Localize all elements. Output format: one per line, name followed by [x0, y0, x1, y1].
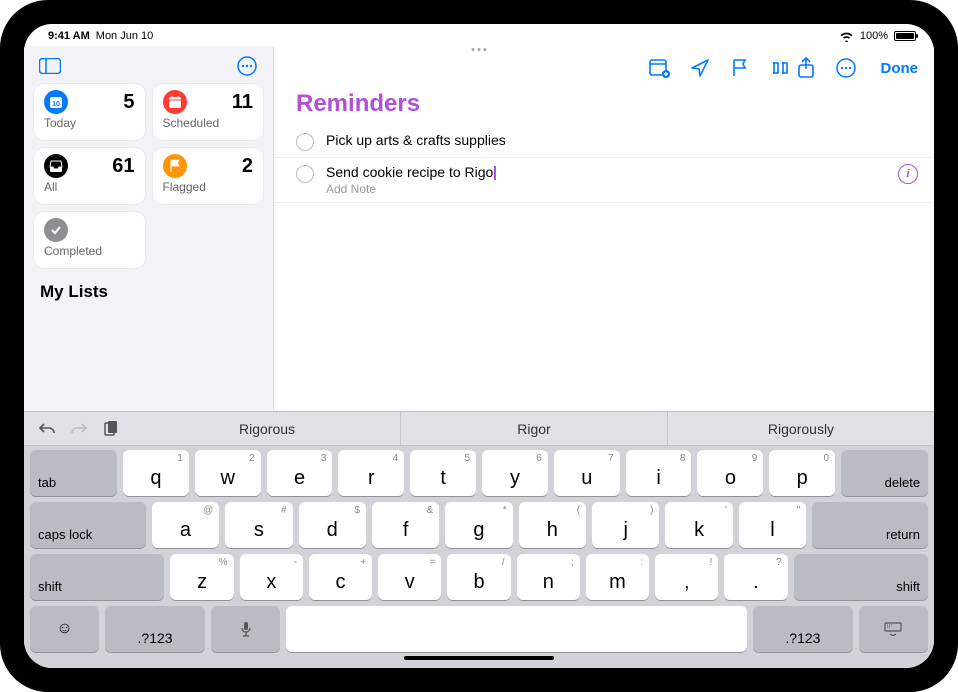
key-j[interactable]: )j — [592, 502, 659, 548]
list-title: Reminders — [274, 86, 934, 126]
calendar-icon — [163, 90, 187, 114]
suggestion[interactable]: Rigorous — [134, 412, 400, 446]
share-button[interactable] — [795, 57, 817, 79]
my-lists-heading: My Lists — [34, 268, 263, 302]
space-key[interactable] — [286, 606, 747, 652]
numeric-switch-key[interactable]: .?123 — [753, 606, 853, 652]
key-u[interactable]: 7u — [554, 450, 620, 496]
key-b[interactable]: /b — [447, 554, 510, 600]
complete-circle[interactable] — [296, 133, 314, 151]
sidebar: 10 5 Today 11 Scheduled — [24, 46, 274, 411]
complete-circle[interactable] — [296, 165, 314, 183]
return-key[interactable]: return — [812, 502, 928, 548]
info-button[interactable]: i — [898, 164, 918, 184]
sidebar-more-button[interactable] — [235, 56, 259, 76]
emoji-key[interactable]: ☺ — [30, 606, 99, 652]
status-bar: 9:41 AM Mon Jun 10 100% — [24, 24, 934, 46]
inbox-icon — [44, 154, 68, 178]
smartlist-all[interactable]: 61 All — [34, 148, 145, 204]
smartlist-completed[interactable]: Completed — [34, 212, 145, 268]
key-r[interactable]: 4r — [338, 450, 404, 496]
capslock-key[interactable]: caps lock — [30, 502, 146, 548]
numeric-switch-key[interactable]: .?123 — [105, 606, 205, 652]
tab-key[interactable]: tab — [30, 450, 117, 496]
status-date: Mon Jun 10 — [96, 30, 153, 42]
reminder-note-placeholder[interactable]: Add Note — [326, 182, 920, 196]
main-area: Done Reminders Pick up arts & crafts sup… — [274, 46, 934, 411]
checkmark-icon — [44, 218, 68, 242]
undo-button[interactable] — [38, 420, 56, 438]
suggestion[interactable]: Rigorously — [667, 412, 934, 446]
wifi-icon — [839, 31, 854, 42]
key-x[interactable]: -x — [240, 554, 303, 600]
key-n[interactable]: ;n — [517, 554, 580, 600]
clipboard-button[interactable] — [102, 420, 120, 438]
svg-text:10: 10 — [52, 101, 60, 108]
smartlist-today[interactable]: 10 5 Today — [34, 84, 145, 140]
calendar-today-icon: 10 — [44, 90, 68, 114]
key-q[interactable]: 1q — [123, 450, 189, 496]
key-m[interactable]: :m — [586, 554, 649, 600]
key-p[interactable]: 0p — [769, 450, 835, 496]
key-e[interactable]: 3e — [267, 450, 333, 496]
key-a[interactable]: @a — [152, 502, 219, 548]
key-y[interactable]: 6y — [482, 450, 548, 496]
flag-icon — [163, 154, 187, 178]
reminder-row[interactable]: Pick up arts & crafts supplies — [274, 126, 934, 158]
key-i[interactable]: 8i — [626, 450, 692, 496]
battery-percent: 100% — [860, 30, 888, 42]
smartlist-scheduled[interactable]: 11 Scheduled — [153, 84, 264, 140]
tag-button[interactable] — [769, 57, 791, 79]
key-c[interactable]: +c — [309, 554, 372, 600]
flag-button[interactable] — [729, 57, 751, 79]
shift-key[interactable]: shift — [30, 554, 164, 600]
delete-key[interactable]: delete — [841, 450, 928, 496]
dictation-key[interactable] — [211, 606, 280, 652]
more-button[interactable] — [835, 57, 857, 79]
sidebar-toggle-button[interactable] — [38, 56, 62, 76]
location-button[interactable] — [689, 57, 711, 79]
calendar-add-button[interactable] — [649, 57, 671, 79]
key-l[interactable]: "l — [739, 502, 806, 548]
smartlist-flagged[interactable]: 2 Flagged — [153, 148, 264, 204]
key-o[interactable]: 9o — [697, 450, 763, 496]
dismiss-keyboard-key[interactable] — [859, 606, 928, 652]
reminder-row[interactable]: Send cookie recipe to Rigo Add Note i — [274, 158, 934, 203]
text-cursor — [494, 166, 496, 180]
reminder-title[interactable]: Pick up arts & crafts supplies — [326, 132, 920, 148]
redo-button[interactable] — [70, 420, 88, 438]
key-s[interactable]: #s — [225, 502, 292, 548]
multitasking-dots[interactable] — [472, 48, 487, 51]
key-w[interactable]: 2w — [195, 450, 261, 496]
status-time: 9:41 AM — [48, 30, 90, 42]
key-period[interactable]: ?. — [724, 554, 787, 600]
onscreen-keyboard: Rigorous Rigor Rigorously tab 1q 2w 3e 4… — [24, 411, 934, 668]
key-v[interactable]: =v — [378, 554, 441, 600]
shift-key[interactable]: shift — [794, 554, 928, 600]
key-f[interactable]: &f — [372, 502, 439, 548]
key-g[interactable]: *g — [445, 502, 512, 548]
home-indicator[interactable] — [404, 656, 554, 660]
key-comma[interactable]: !, — [655, 554, 718, 600]
key-t[interactable]: 5t — [410, 450, 476, 496]
battery-icon — [894, 31, 916, 41]
reminder-title[interactable]: Send cookie recipe to Rigo — [326, 164, 920, 180]
key-d[interactable]: $d — [299, 502, 366, 548]
key-k[interactable]: 'k — [665, 502, 732, 548]
key-z[interactable]: %z — [170, 554, 233, 600]
done-button[interactable]: Done — [875, 60, 919, 77]
key-h[interactable]: (h — [519, 502, 586, 548]
suggestion[interactable]: Rigor — [400, 412, 667, 446]
